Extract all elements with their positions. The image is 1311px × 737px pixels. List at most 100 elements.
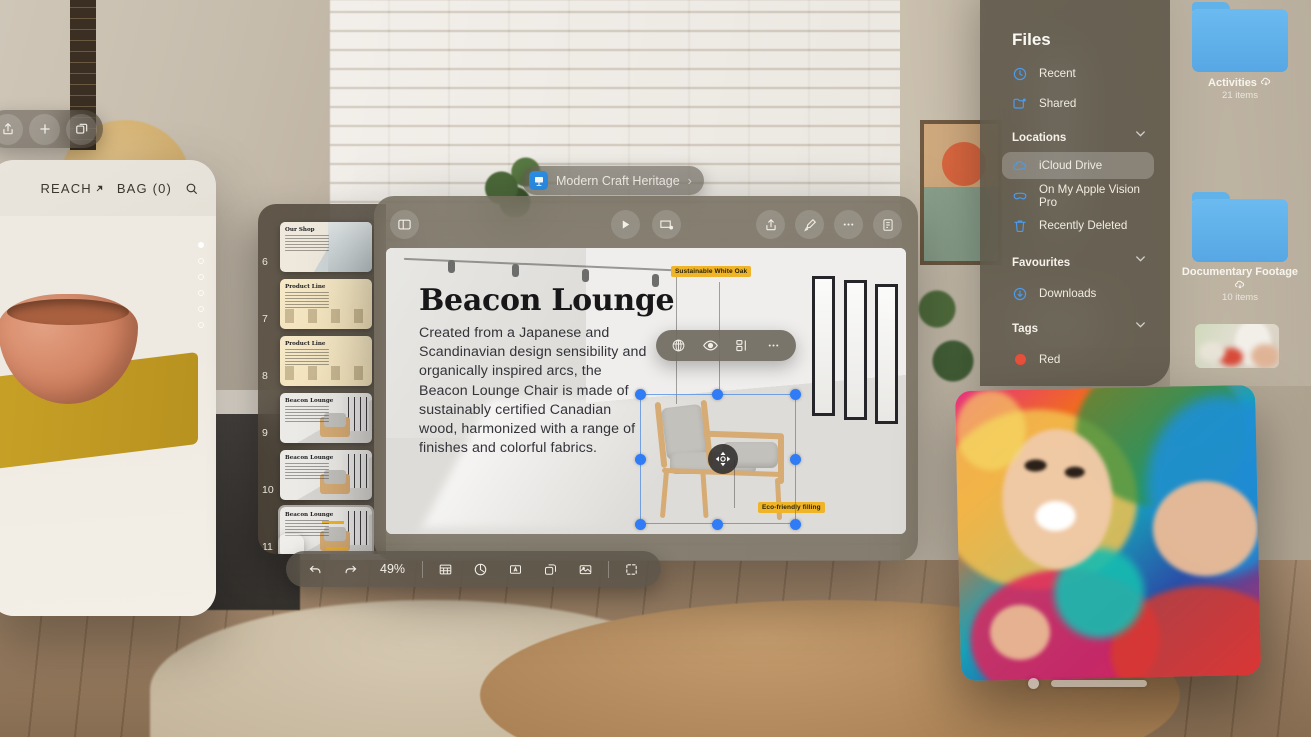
document-title-pill[interactable]: Modern Craft Heritage ›: [522, 166, 704, 195]
folder-activities[interactable]: [1192, 2, 1288, 72]
present-in-window-button[interactable]: [652, 210, 681, 239]
window-grabber[interactable]: [1028, 678, 1147, 689]
sidebar-item-shared[interactable]: Shared: [1002, 90, 1154, 117]
pagination-dot-2[interactable]: [198, 258, 204, 264]
move-handle[interactable]: [1051, 680, 1147, 687]
slide-number-11: 11: [262, 541, 273, 553]
sidebar-item-icloud-drive[interactable]: iCloud Drive: [1002, 152, 1154, 179]
resize-handle-bottom-center[interactable]: [712, 519, 723, 530]
play-button[interactable]: [611, 210, 640, 239]
tag-dot-icon: [1012, 354, 1028, 365]
hero-pagination[interactable]: [198, 242, 204, 328]
files-content-grid[interactable]: Activities 21 items Documentary Footage 1…: [1170, 0, 1311, 386]
share-button[interactable]: [0, 113, 23, 145]
chevron-down-icon[interactable]: [1133, 126, 1148, 141]
pagination-dot-5[interactable]: [198, 306, 204, 312]
callout-sustainable-white-oak[interactable]: Sustainable White Oak: [671, 266, 752, 277]
keynote-window[interactable]: Modern Craft Heritage › 6 Our Shop 7 Produc…: [258, 166, 918, 587]
redo-button[interactable]: [333, 551, 368, 587]
zoom-level[interactable]: 49%: [368, 562, 417, 576]
search-button[interactable]: [185, 182, 198, 195]
ellipsis-icon[interactable]: [766, 338, 781, 353]
nav-reach[interactable]: REACH: [40, 181, 103, 196]
slide-canvas[interactable]: Beacon Lounge Created from a Japanese an…: [386, 248, 906, 534]
search-icon: [186, 183, 197, 194]
slide-thumbnail-8[interactable]: Product Line: [280, 336, 372, 386]
keynote-app-icon: [529, 171, 548, 190]
share-button[interactable]: [756, 210, 785, 239]
files-window[interactable]: Files Recent Shared Locations iCloud Drive O…: [980, 0, 1311, 386]
slide-number-6: 6: [262, 256, 268, 268]
resize-handle-top-left[interactable]: [635, 389, 646, 400]
pagination-dot-6[interactable]: [198, 322, 204, 328]
clock-icon: [1012, 66, 1028, 82]
cloud-download-icon[interactable]: [1234, 279, 1246, 291]
rotate-3d-handle[interactable]: [708, 444, 738, 474]
insert-media-button[interactable]: [568, 551, 603, 587]
eye-icon[interactable]: [702, 337, 719, 354]
cloud-download-icon[interactable]: [1260, 76, 1272, 88]
slide-navigator[interactable]: 6 Our Shop 7 Product Line 8 Product Line 9 Beac…: [258, 204, 386, 554]
chevron-right-icon: ›: [687, 173, 692, 188]
close-button[interactable]: [1028, 678, 1039, 689]
sidebar-item-label: iCloud Drive: [1039, 159, 1103, 172]
sidebar-item-label: Recent: [1039, 67, 1076, 80]
insert-chart-button[interactable]: [463, 551, 498, 587]
resize-handle-top-right[interactable]: [790, 389, 801, 400]
keynote-format-bar[interactable]: 49%: [286, 551, 662, 587]
undo-button[interactable]: [298, 551, 333, 587]
insert-text-button[interactable]: [498, 551, 533, 587]
keynote-toolbar: [374, 196, 918, 253]
object-context-toolbar[interactable]: [656, 330, 796, 361]
resize-handle-mid-left[interactable]: [635, 454, 646, 465]
file-thumbnail[interactable]: [1195, 324, 1279, 368]
shop-window[interactable]: REACH BAG (0): [0, 160, 216, 616]
slide-thumbnail-6[interactable]: Our Shop: [280, 222, 372, 272]
thumbnail-title: Product Line: [285, 341, 326, 347]
photo-window[interactable]: [954, 384, 1262, 682]
photo-viewer[interactable]: [954, 384, 1262, 682]
slide-thumbnail-9[interactable]: Beacon Lounge: [280, 393, 372, 443]
insert-placeholder-button[interactable]: [614, 551, 649, 587]
resize-handle-mid-right[interactable]: [790, 454, 801, 465]
chevron-down-icon[interactable]: [1133, 251, 1148, 266]
section-header-locations: Locations: [1012, 132, 1067, 144]
thumbnail-title: Beacon Lounge: [285, 512, 334, 518]
sidebar-item-recent[interactable]: Recent: [1002, 60, 1154, 87]
document-options-button[interactable]: [873, 210, 902, 239]
slide-body-text: Created from a Japanese and Scandinavian…: [419, 325, 647, 457]
nav-bag[interactable]: BAG (0): [117, 181, 172, 196]
slide-thumbnail-7[interactable]: Product Line: [280, 279, 372, 329]
pagination-dot-3[interactable]: [198, 274, 204, 280]
pagination-dot-1[interactable]: [198, 242, 204, 248]
slide-number-9: 9: [262, 427, 268, 439]
new-tab-button[interactable]: [29, 113, 60, 145]
more-button[interactable]: [834, 210, 863, 239]
safari-ornament-bar[interactable]: [0, 110, 103, 148]
files-sidebar[interactable]: Files Recent Shared Locations iCloud Drive O…: [980, 0, 1170, 386]
cloud-icon: [1012, 158, 1028, 174]
arrange-icon[interactable]: [735, 338, 750, 353]
resize-handle-bottom-left[interactable]: [635, 519, 646, 530]
gallery-window: [812, 276, 835, 416]
nav-bag-label: BAG (0): [116, 180, 172, 196]
tabs-icon[interactable]: [66, 113, 97, 145]
chevron-down-icon[interactable]: [1133, 317, 1148, 332]
folder-documentary-footage[interactable]: [1192, 192, 1288, 262]
slide-thumbnail-10[interactable]: Beacon Lounge: [280, 450, 372, 500]
insert-shape-button[interactable]: [533, 551, 568, 587]
sidebar-item-label: On My Apple Vision Pro: [1039, 182, 1140, 209]
insert-table-button[interactable]: [428, 551, 463, 587]
pagination-dot-4[interactable]: [198, 290, 204, 296]
sidebar-item-downloads[interactable]: Downloads: [1002, 280, 1154, 307]
sidebar-item-tag-red[interactable]: Red: [1002, 346, 1154, 373]
document-title: Modern Craft Heritage: [556, 173, 680, 188]
resize-handle-top-center[interactable]: [712, 389, 723, 400]
cube-icon[interactable]: [671, 338, 686, 353]
sidebar-item-label: Downloads: [1039, 287, 1097, 300]
sidebar-item-recently-deleted[interactable]: Recently Deleted: [1002, 212, 1154, 239]
sidebar-item-label: Red: [1039, 353, 1061, 366]
sidebar-item-on-my-apple-vision-pro[interactable]: On My Apple Vision Pro: [1002, 182, 1154, 209]
format-brush-button[interactable]: [795, 210, 824, 239]
resize-handle-bottom-right[interactable]: [790, 519, 801, 530]
